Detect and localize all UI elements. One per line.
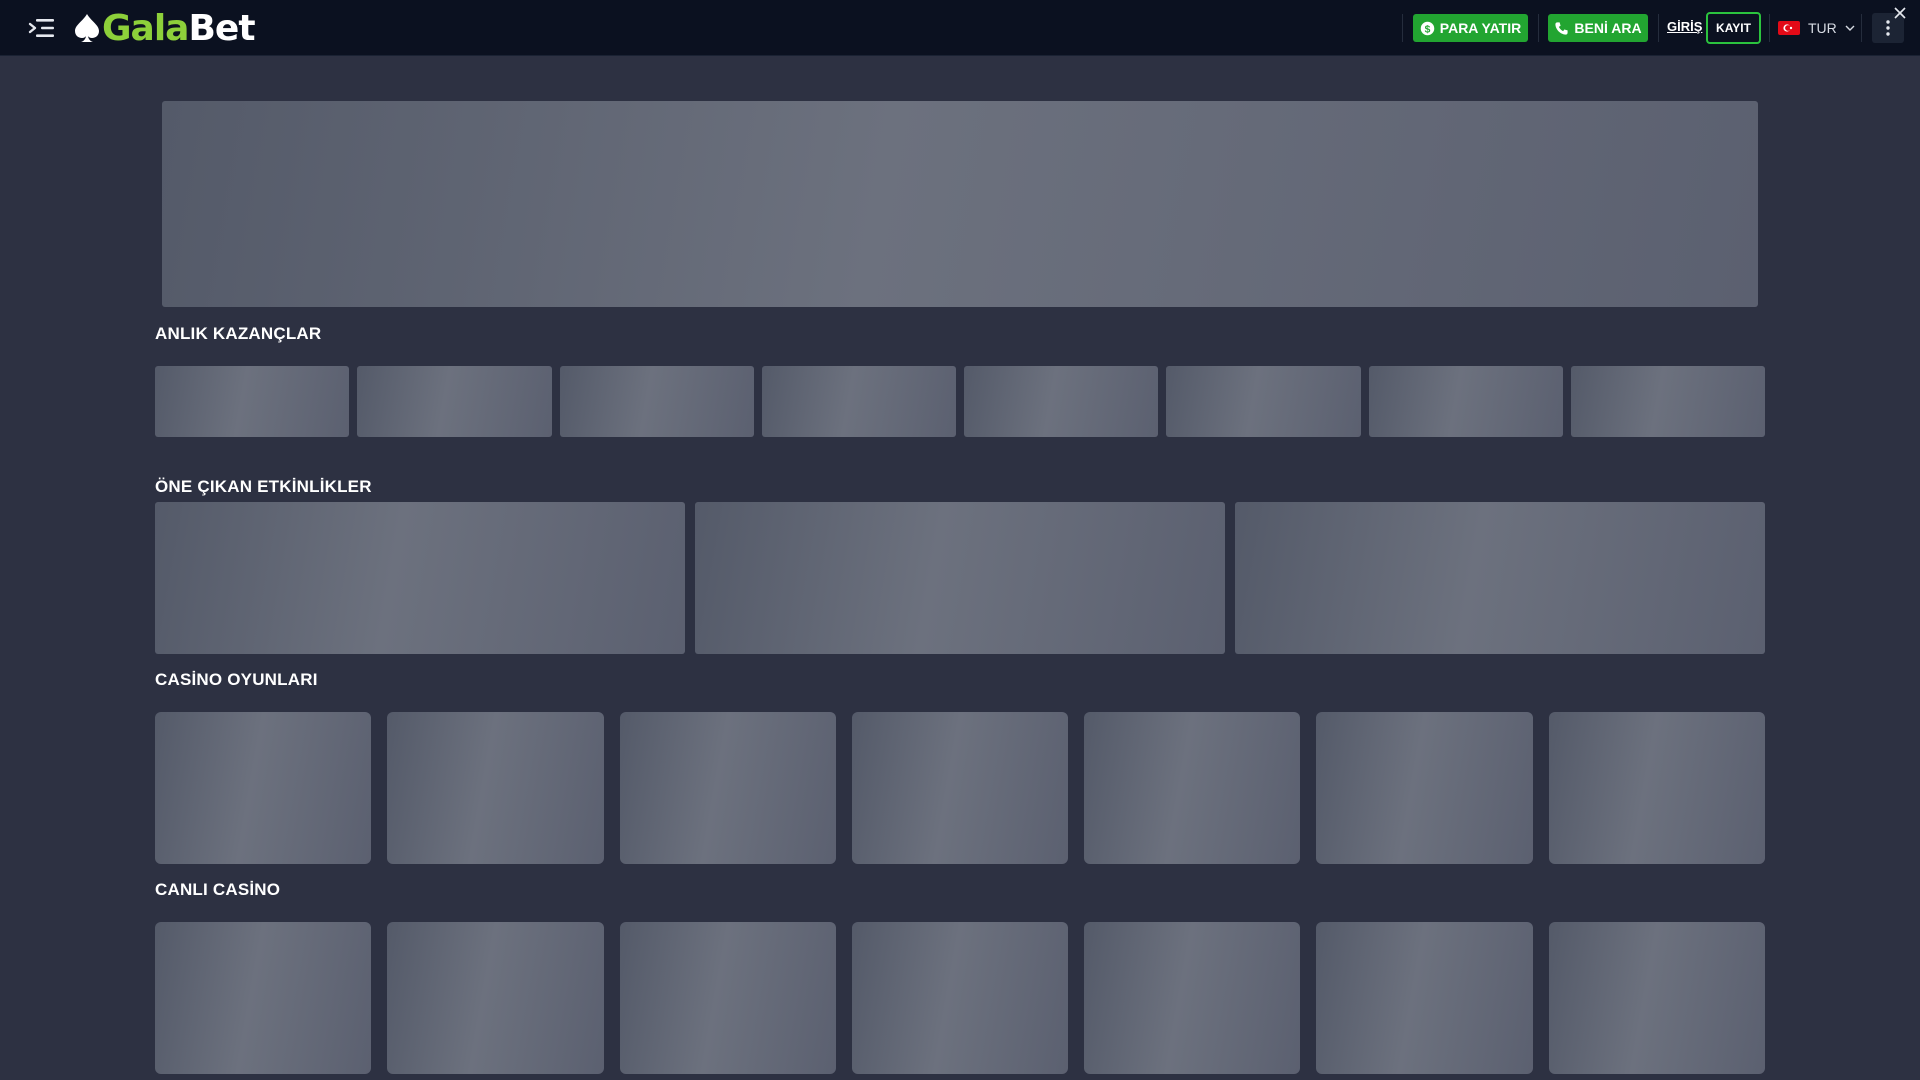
login-link[interactable]: GİRİŞ — [1667, 19, 1702, 34]
live-casino-card[interactable] — [1549, 922, 1765, 1074]
featured-event-card[interactable] — [155, 502, 685, 654]
instant-win-card[interactable] — [964, 366, 1158, 437]
callback-button-label: BENİ ARA — [1574, 20, 1642, 36]
divider — [1769, 14, 1770, 42]
section-title-live-casino: CANLI CASİNO — [155, 880, 281, 899]
hero-banner-placeholder[interactable] — [162, 101, 1758, 307]
divider — [1861, 14, 1862, 42]
live-casino-card[interactable] — [387, 922, 604, 1074]
casino-game-card[interactable] — [620, 712, 836, 864]
register-button[interactable]: KAYIT — [1706, 12, 1761, 44]
casino-game-card[interactable] — [1549, 712, 1765, 864]
logo-text-gala: Gala — [102, 7, 189, 49]
live-casino-card[interactable] — [1316, 922, 1533, 1074]
instant-win-card[interactable] — [560, 366, 754, 437]
instant-win-card[interactable] — [1166, 366, 1361, 437]
casino-game-card[interactable] — [852, 712, 1068, 864]
register-button-label: KAYIT — [1716, 21, 1751, 35]
chevron-down-icon — [1845, 25, 1855, 31]
casino-game-card[interactable] — [1316, 712, 1533, 864]
menu-icon[interactable] — [28, 17, 56, 39]
casino-game-card[interactable] — [155, 712, 371, 864]
instant-win-card[interactable] — [357, 366, 552, 437]
close-icon[interactable] — [1893, 6, 1907, 20]
svg-text:$: $ — [1424, 24, 1430, 35]
top-navigation-bar: GalaBet $ PARA YATIR BENİ ARA GİRİŞ KAYI… — [0, 0, 1920, 56]
phone-icon — [1555, 21, 1569, 35]
section-title-featured-events: ÖNE ÇIKAN ETKİNLİKLER — [155, 477, 372, 496]
live-casino-card[interactable] — [1084, 922, 1300, 1074]
galabet-logo[interactable]: GalaBet — [72, 7, 256, 49]
logo-text: GalaBet — [102, 7, 256, 49]
divider — [1402, 14, 1403, 42]
spade-icon — [75, 14, 99, 42]
language-selector[interactable]: TUR — [1778, 18, 1855, 38]
callback-button[interactable]: BENİ ARA — [1548, 14, 1648, 42]
live-casino-card[interactable] — [852, 922, 1068, 1074]
live-casino-card[interactable] — [155, 922, 371, 1074]
casino-game-card[interactable] — [1084, 712, 1300, 864]
language-code: TUR — [1808, 20, 1837, 36]
instant-win-card[interactable] — [1369, 366, 1563, 437]
featured-event-card[interactable] — [1235, 502, 1765, 654]
dollar-circle-icon: $ — [1420, 21, 1435, 35]
instant-win-card[interactable] — [1571, 366, 1765, 437]
turkey-flag-icon — [1778, 21, 1800, 35]
section-title-instant-wins: ANLIK KAZANÇLAR — [155, 324, 322, 343]
deposit-button[interactable]: $ PARA YATIR — [1413, 14, 1528, 42]
divider — [1538, 14, 1539, 42]
section-title-casino-games: CASİNO OYUNLARI — [155, 670, 318, 689]
instant-win-card[interactable] — [155, 366, 349, 437]
casino-game-card[interactable] — [387, 712, 604, 864]
logo-text-bet: Bet — [188, 7, 255, 49]
instant-win-card[interactable] — [762, 366, 956, 437]
featured-event-card[interactable] — [695, 502, 1225, 654]
deposit-button-label: PARA YATIR — [1439, 20, 1522, 36]
divider — [1658, 14, 1659, 42]
live-casino-card[interactable] — [620, 922, 836, 1074]
